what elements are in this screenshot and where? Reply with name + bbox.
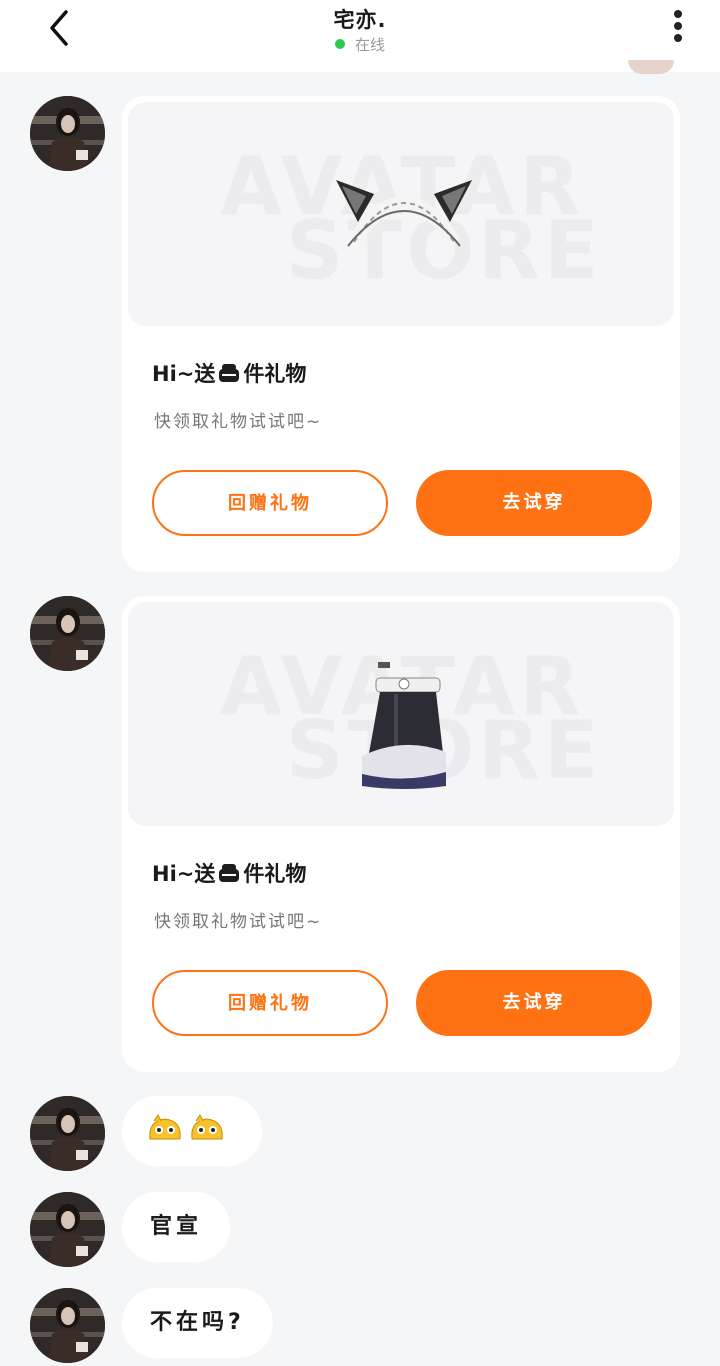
cat-ear-headband-icon xyxy=(336,180,472,247)
gift-card: AVATAR STORE Hi~送 件礼物 快领取礼物试试吧~ 回赠礼物 去试穿 xyxy=(122,596,680,1072)
avatar[interactable] xyxy=(30,1096,105,1171)
avatar[interactable] xyxy=(30,1288,105,1363)
gift-title-suffix: 件礼物 xyxy=(243,862,307,886)
contact-name: 宅亦. xyxy=(333,8,387,32)
gift-card: AVATAR STORE Hi~送 件礼物 快领取礼物试试吧~ 回赠礼物 去试穿 xyxy=(122,96,680,572)
more-options-icon[interactable] xyxy=(664,8,692,48)
avatar-image xyxy=(30,96,105,171)
avatar-image xyxy=(30,596,105,671)
gift-image[interactable]: AVATAR STORE xyxy=(128,602,674,826)
online-status-text: 在线 xyxy=(354,36,385,54)
return-gift-button[interactable]: 回赠礼物 xyxy=(152,970,388,1036)
gift-title-suffix: 件礼物 xyxy=(243,362,307,386)
text-message-bubble[interactable]: 不在吗? xyxy=(122,1288,273,1358)
avatar[interactable] xyxy=(30,1192,105,1267)
gift-box-icon xyxy=(219,864,240,882)
avatar-image xyxy=(30,1288,105,1363)
avatar[interactable] xyxy=(30,596,105,671)
avatar-image xyxy=(30,1192,105,1267)
avatar-image xyxy=(30,1096,105,1171)
gift-image[interactable]: AVATAR STORE xyxy=(128,102,674,326)
try-on-button[interactable]: 去试穿 xyxy=(416,470,652,536)
yellow-blob-emoji-icon xyxy=(191,1114,223,1140)
gift-subtitle: 快领取礼物试试吧~ xyxy=(154,912,323,932)
online-dot-icon xyxy=(334,39,345,49)
return-gift-button[interactable]: 回赠礼物 xyxy=(152,470,388,536)
avatar[interactable] xyxy=(30,96,105,171)
gift-title: Hi~送 件礼物 xyxy=(152,858,306,888)
socks-boots-icon xyxy=(362,662,446,789)
gift-subtitle: 快领取礼物试试吧~ xyxy=(154,412,323,432)
emoji-message-bubble[interactable] xyxy=(122,1096,262,1166)
gift-box-icon xyxy=(219,364,240,382)
self-avatar-partial xyxy=(628,60,674,74)
gift-title-prefix: Hi~送 xyxy=(152,362,216,386)
gift-title: Hi~送 件礼物 xyxy=(152,358,306,388)
try-on-button[interactable]: 去试穿 xyxy=(416,970,652,1036)
online-status: 在线 xyxy=(0,34,720,55)
yellow-blob-emoji-icon xyxy=(149,1114,181,1140)
gift-title-prefix: Hi~送 xyxy=(152,862,216,886)
chat-header: 宅亦. 在线 xyxy=(0,0,720,72)
text-message-bubble[interactable]: 官宣 xyxy=(122,1192,231,1262)
